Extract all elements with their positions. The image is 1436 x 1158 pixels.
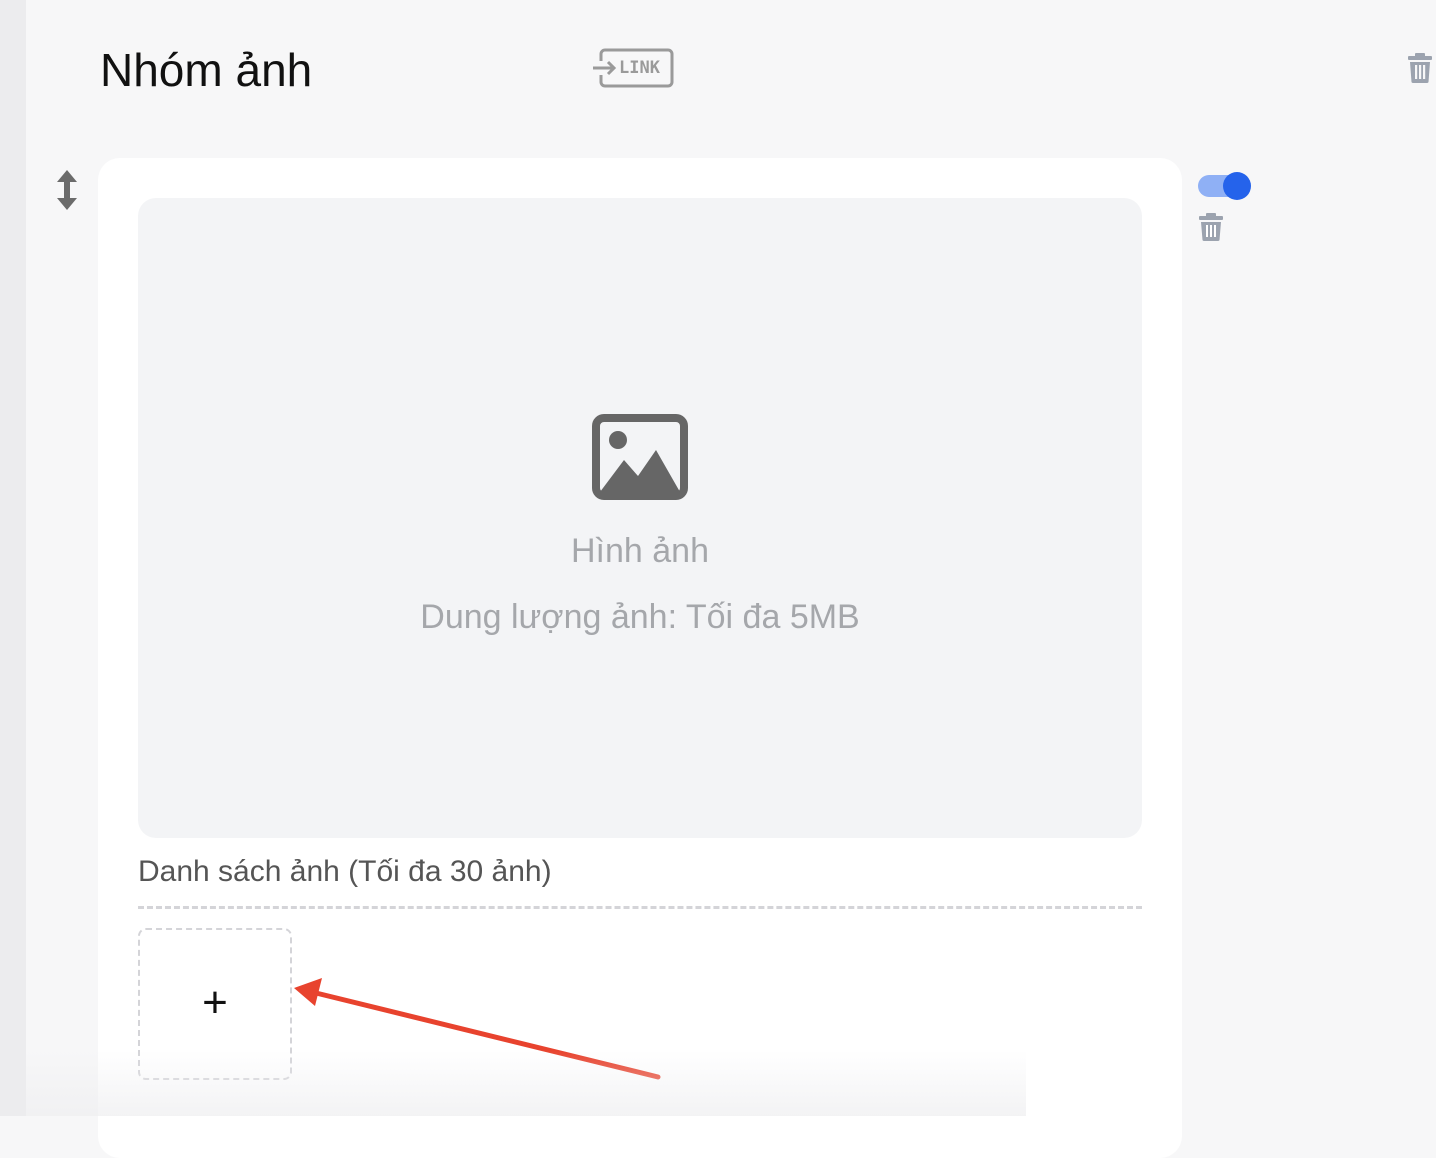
link-button[interactable]: LINK [592, 47, 674, 89]
image-list-title: Danh sách ảnh (Tối đa 30 ảnh) [138, 855, 552, 888]
trash-icon [1408, 53, 1432, 83]
image-dropzone[interactable]: Hình ảnh Dung lượng ảnh: Tối đa 5MB [138, 198, 1142, 838]
trash-icon [1199, 213, 1223, 241]
image-block-card: Hình ảnh Dung lượng ảnh: Tối đa 5MB Danh… [98, 158, 1182, 1158]
section-delete-button[interactable] [1406, 52, 1436, 84]
block-delete-button[interactable] [1198, 212, 1224, 242]
dropzone-size-hint: Dung lượng ảnh: Tối đa 5MB [420, 598, 860, 636]
link-button-label: LINK [619, 58, 660, 78]
drag-handle[interactable] [52, 168, 82, 212]
image-icon [592, 414, 688, 500]
block-visibility-toggle[interactable] [1198, 172, 1252, 200]
left-panel-edge [0, 0, 26, 1116]
drag-vertical-icon [57, 170, 77, 210]
add-image-button[interactable]: + [138, 928, 292, 1080]
plus-icon: + [202, 978, 228, 1028]
section-title: Nhóm ảnh [100, 44, 313, 96]
dropzone-title: Hình ảnh [571, 532, 709, 570]
image-list-divider [138, 906, 1142, 909]
toggle-knob [1223, 172, 1251, 200]
